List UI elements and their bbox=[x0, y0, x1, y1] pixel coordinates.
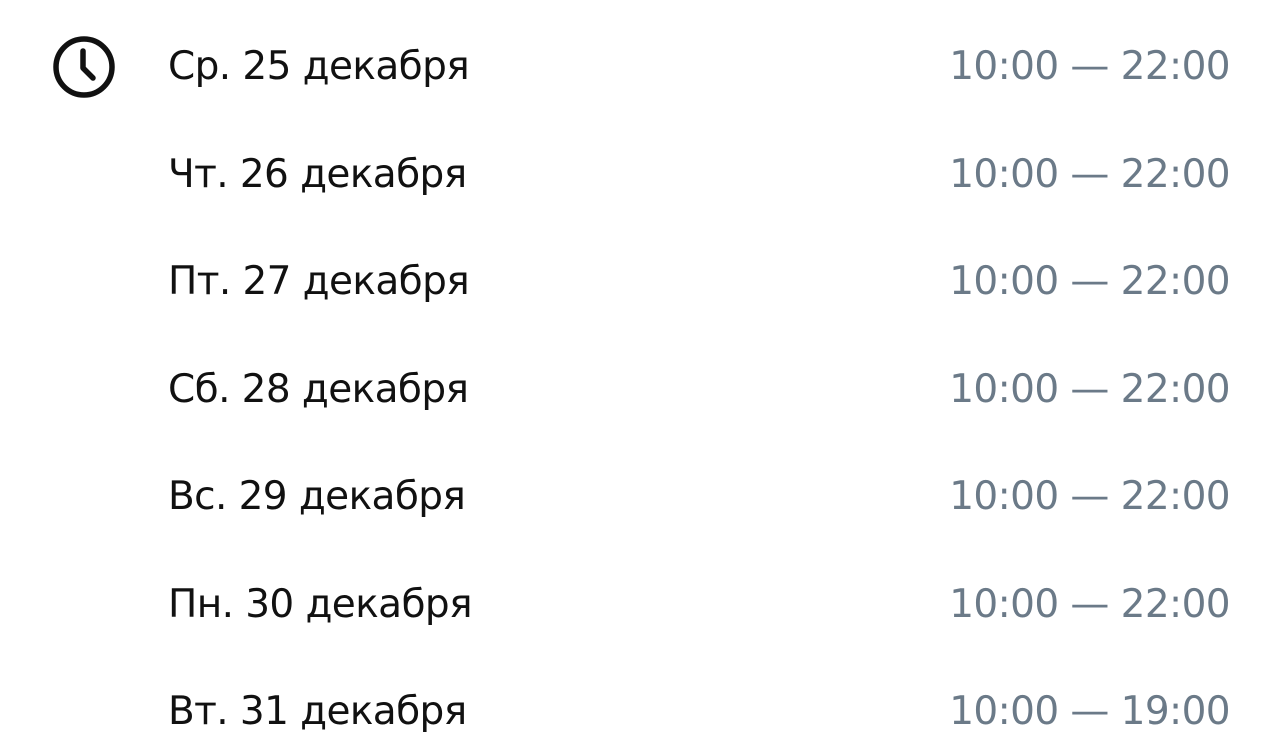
day-label: Вт. 31 декабря bbox=[168, 689, 467, 734]
day-label: Чт. 26 декабря bbox=[168, 152, 467, 197]
schedule-row: Ср. 25 декабря 10:00 — 22:00 bbox=[0, 37, 1280, 97]
day-label: Вс. 29 декабря bbox=[168, 474, 466, 519]
schedule-row: Пн. 30 декабря 10:00 — 22:00 bbox=[0, 575, 1280, 635]
hours-value: 10:00 — 22:00 bbox=[949, 259, 1230, 304]
day-label: Пт. 27 декабря bbox=[168, 259, 470, 304]
schedule-row: Сб. 28 декабря 10:00 — 22:00 bbox=[0, 360, 1280, 420]
hours-value: 10:00 — 22:00 bbox=[949, 44, 1230, 89]
opening-hours-list: Ср. 25 декабря 10:00 — 22:00 Чт. 26 дека… bbox=[0, 0, 1280, 754]
hours-value: 10:00 — 22:00 bbox=[949, 474, 1230, 519]
day-label: Ср. 25 декабря bbox=[168, 44, 470, 89]
schedule-row: Вт. 31 декабря 10:00 — 19:00 bbox=[0, 682, 1280, 742]
hours-value: 10:00 — 22:00 bbox=[949, 582, 1230, 627]
schedule-row: Пт. 27 декабря 10:00 — 22:00 bbox=[0, 252, 1280, 312]
hours-value: 10:00 — 19:00 bbox=[949, 689, 1230, 734]
schedule-row: Чт. 26 декабря 10:00 — 22:00 bbox=[0, 145, 1280, 205]
hours-value: 10:00 — 22:00 bbox=[949, 152, 1230, 197]
day-label: Пн. 30 декабря bbox=[168, 582, 473, 627]
schedule-row: Вс. 29 декабря 10:00 — 22:00 bbox=[0, 467, 1280, 527]
hours-value: 10:00 — 22:00 bbox=[949, 367, 1230, 412]
day-label: Сб. 28 декабря bbox=[168, 367, 469, 412]
